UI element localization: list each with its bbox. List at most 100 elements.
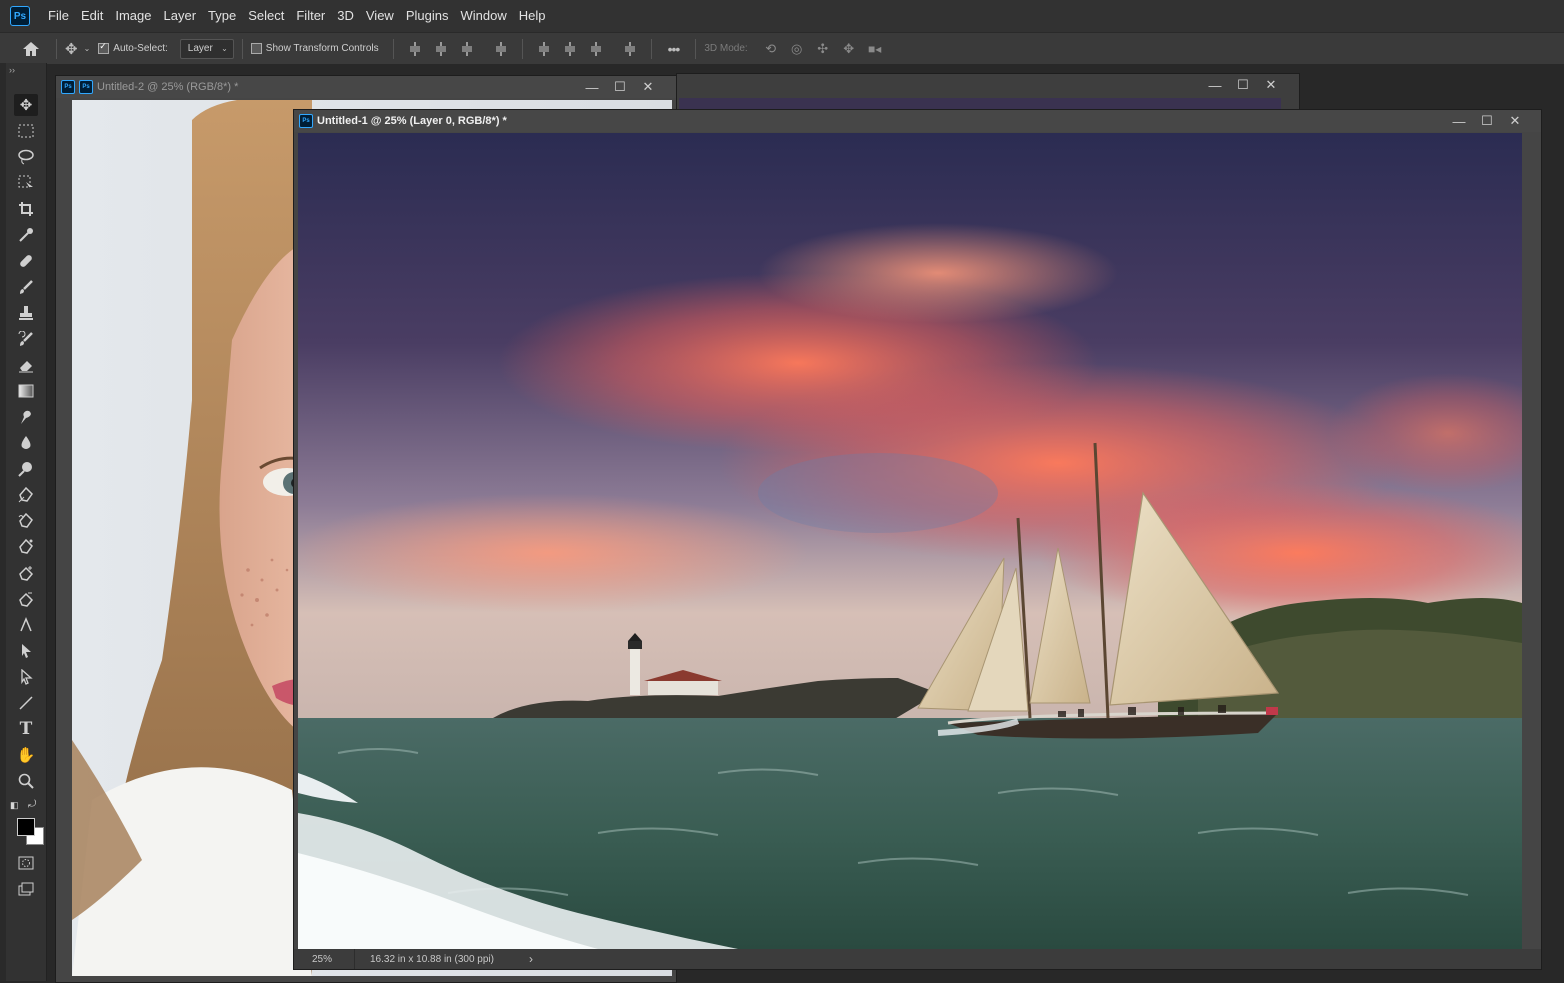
divider — [56, 38, 57, 59]
divider — [695, 38, 697, 59]
close-icon[interactable]: ✕ — [634, 79, 662, 95]
window-controls: — ☐ ✕ — [1201, 74, 1285, 96]
document-canvas-seascape[interactable] — [298, 133, 1522, 949]
menu-layer[interactable]: Layer — [158, 0, 203, 32]
camera-3d-icon[interactable]: ■◂ — [862, 42, 888, 56]
type-icon[interactable]: T — [14, 718, 38, 740]
auto-select-checkbox[interactable] — [98, 41, 110, 54]
orbit-3d-icon[interactable]: ⟲ — [758, 41, 784, 57]
zoom-icon[interactable] — [14, 770, 38, 792]
blur-drop-icon[interactable] — [14, 432, 38, 454]
document-title-bar[interactable]: Ps Ps Untitled-2 @ 25% (RGB/8*) * — ☐ ✕ — [56, 76, 676, 98]
path-selection-icon[interactable] — [14, 640, 38, 662]
history-brush-icon[interactable] — [14, 328, 38, 350]
minimize-icon[interactable]: — — [1201, 78, 1229, 93]
roll-3d-icon[interactable]: ◎ — [784, 41, 810, 57]
brush-icon[interactable] — [14, 276, 38, 298]
menu-window[interactable]: Window — [454, 0, 512, 32]
rectangular-marquee-icon[interactable] — [14, 120, 38, 142]
line-icon[interactable] — [14, 692, 38, 714]
chevron-right-icon[interactable]: › — [529, 952, 533, 966]
menu-3d[interactable]: 3D — [331, 0, 360, 32]
dodge-icon[interactable] — [14, 458, 38, 480]
menu-plugins[interactable]: Plugins — [400, 0, 455, 32]
divider — [521, 38, 523, 59]
swap-colors-icon[interactable]: ⤾ — [28, 799, 36, 810]
menu-bar: Ps File Edit Image Layer Type Select Fil… — [0, 0, 1564, 32]
minimize-icon[interactable]: — — [1445, 114, 1473, 129]
default-colors-icon[interactable]: ◧ — [10, 800, 19, 811]
object-selection-icon[interactable] — [14, 172, 38, 194]
quick-mask-icon[interactable] — [14, 852, 38, 874]
delete-anchor-point-icon[interactable] — [14, 588, 38, 610]
document-info: 16.32 in x 10.88 in (300 ppi) — [370, 953, 494, 965]
divider — [392, 38, 394, 59]
close-icon[interactable]: ✕ — [1501, 113, 1529, 129]
align-vertical-centers-icon[interactable] — [563, 41, 577, 56]
document-window-untitled-1[interactable]: Ps Untitled-1 @ 25% (Layer 0, RGB/8*) * … — [293, 109, 1542, 970]
home-icon[interactable] — [14, 41, 48, 57]
minimize-icon[interactable]: — — [578, 80, 606, 95]
screen-mode-icon[interactable] — [14, 878, 38, 900]
hand-icon[interactable]: ✋ — [14, 744, 38, 766]
maximize-icon[interactable]: ☐ — [1473, 113, 1501, 129]
align-right-edges-icon[interactable] — [460, 41, 474, 56]
photoshop-doc-icon: Ps — [299, 114, 313, 128]
maximize-icon[interactable]: ☐ — [1229, 77, 1257, 93]
chevron-down-icon: ⌄ — [221, 43, 228, 53]
menu-help[interactable]: Help — [513, 0, 552, 32]
align-top-edges-icon[interactable] — [537, 41, 551, 56]
chevron-down-icon[interactable]: ⌄ — [84, 44, 91, 53]
pan-3d-icon[interactable]: ✣ — [810, 41, 836, 57]
crop-icon[interactable] — [14, 198, 38, 220]
divider — [650, 38, 652, 59]
eyedropper-icon[interactable] — [14, 224, 38, 246]
move-tool-icon[interactable]: ✥ — [14, 94, 38, 116]
healing-brush-icon[interactable] — [14, 250, 38, 272]
distribute-horizontally-icon[interactable] — [623, 41, 637, 56]
eraser-icon[interactable] — [14, 354, 38, 376]
divider — [354, 949, 355, 969]
document-status-bar: 25% 16.32 in x 10.88 in (300 ppi) › — [294, 949, 1541, 969]
menu-image[interactable]: Image — [109, 0, 157, 32]
menu-select[interactable]: Select — [242, 0, 290, 32]
menu-file[interactable]: File — [42, 0, 75, 32]
photoshop-doc-icon: Ps — [79, 80, 93, 94]
tools-panel: ›› ✥ T ✋ ◧ ⤾ — [6, 63, 47, 981]
smudge-icon[interactable] — [14, 406, 38, 428]
clone-stamp-icon[interactable] — [14, 302, 38, 324]
move-tool-preset-icon[interactable]: ✥ — [65, 40, 78, 58]
align-horizontal-centers-icon[interactable] — [434, 41, 448, 56]
maximize-icon[interactable]: ☐ — [606, 79, 634, 95]
pen-icon[interactable] — [14, 484, 38, 506]
add-anchor-point-icon[interactable] — [14, 562, 38, 584]
freeform-pen-icon[interactable] — [14, 510, 38, 532]
slide-3d-icon[interactable]: ✥ — [836, 41, 862, 57]
more-options-icon[interactable]: ••• — [668, 41, 681, 57]
menu-edit[interactable]: Edit — [75, 0, 109, 32]
auto-select-target-select[interactable]: Layer ⌄ — [179, 38, 234, 59]
menu-filter[interactable]: Filter — [290, 0, 331, 32]
convert-point-icon[interactable] — [14, 614, 38, 636]
align-bottom-edges-icon[interactable] — [589, 41, 603, 56]
document-title: Untitled-2 @ 25% (RGB/8*) * — [97, 81, 239, 93]
zoom-level[interactable]: 25% — [294, 954, 354, 965]
distribute-vertically-icon[interactable] — [494, 41, 508, 56]
show-transform-controls-label: Show Transform Controls — [265, 43, 379, 54]
document-title: Untitled-1 @ 25% (Layer 0, RGB/8*) * — [317, 115, 507, 127]
lasso-icon[interactable] — [14, 146, 38, 168]
close-icon[interactable]: ✕ — [1257, 77, 1285, 93]
menu-type[interactable]: Type — [202, 0, 242, 32]
show-transform-controls-checkbox[interactable] — [250, 43, 262, 54]
auto-select-target-value: Layer — [187, 42, 213, 54]
menu-view[interactable]: View — [360, 0, 400, 32]
align-left-edges-icon[interactable] — [408, 41, 422, 56]
window-controls: — ☐ ✕ — [578, 76, 662, 98]
document-title-bar[interactable]: Ps Untitled-1 @ 25% (Layer 0, RGB/8*) * … — [294, 110, 1541, 132]
foreground-color-swatch[interactable] — [17, 818, 35, 836]
collapse-panel-icon[interactable]: ›› — [9, 65, 15, 75]
direct-selection-icon[interactable] — [14, 666, 38, 688]
window-controls: — ☐ ✕ — [1445, 110, 1529, 132]
gradient-icon[interactable] — [14, 380, 38, 402]
curvature-pen-icon[interactable] — [14, 536, 38, 558]
